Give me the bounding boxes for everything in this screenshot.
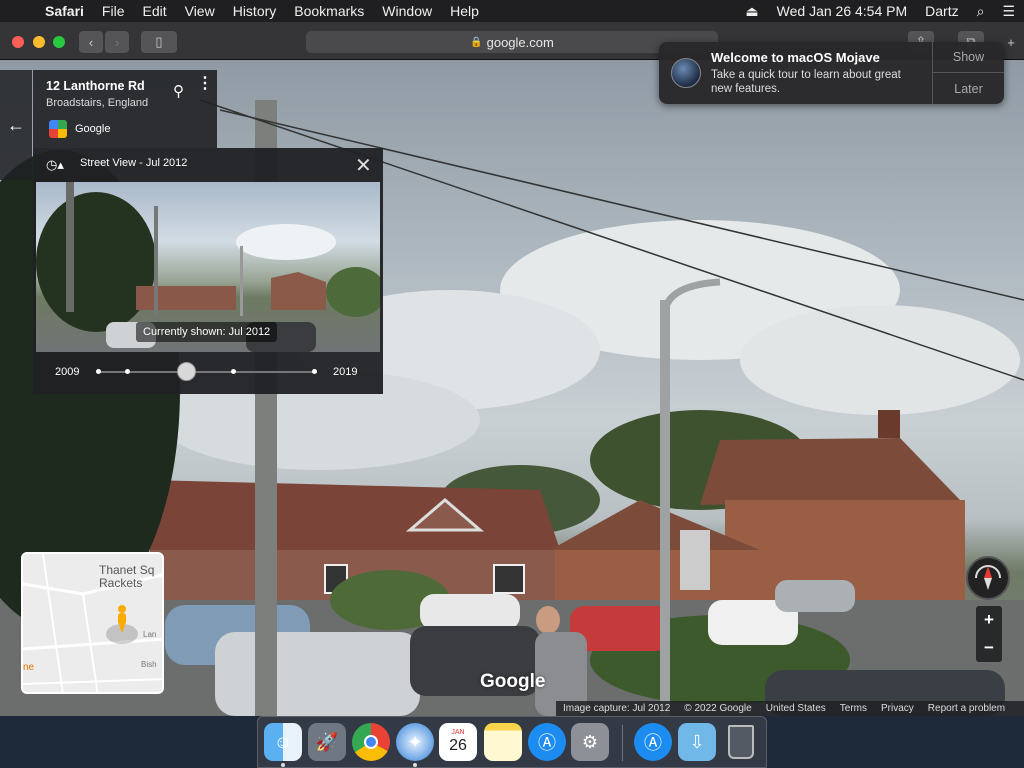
- close-icon[interactable]: ✕: [355, 153, 372, 178]
- zoom-controls: + −: [976, 606, 1002, 662]
- calendar-icon[interactable]: JAN 26: [439, 723, 477, 761]
- eject-icon[interactable]: ⏏: [736, 3, 767, 20]
- history-preview-image[interactable]: Currently shown: Jul 2012: [36, 182, 380, 352]
- mini-map-road-label: Bish: [141, 660, 157, 669]
- compass-icon: [975, 565, 1001, 590]
- map-pin-icon[interactable]: ⚲: [173, 82, 184, 100]
- chevron-right-icon: ›: [114, 34, 120, 50]
- app-store-icon[interactable]: Ⓐ: [528, 723, 566, 761]
- compass-button[interactable]: [966, 556, 1010, 600]
- address-bar[interactable]: 🔒 google.com: [306, 31, 718, 53]
- report-problem-link[interactable]: Report a problem: [921, 703, 1012, 714]
- timeline-slider-track[interactable]: [97, 371, 317, 373]
- finder-icon[interactable]: ☺: [264, 723, 302, 761]
- running-indicator: [281, 763, 285, 767]
- chevron-left-icon: ‹: [88, 34, 94, 50]
- address-card: 12 Lanthorne Rd Broadstairs, England ⚲ ⋮…: [33, 70, 217, 148]
- menu-view[interactable]: View: [176, 3, 224, 19]
- notification-later-button[interactable]: Later: [933, 73, 1004, 104]
- launchpad-icon[interactable]: 🚀: [308, 723, 346, 761]
- map-footer: Image capture: Jul 2012 © 2022 Google Un…: [556, 701, 1024, 716]
- back-button[interactable]: ‹: [79, 31, 103, 53]
- menu-help[interactable]: Help: [441, 3, 488, 19]
- privacy-link[interactable]: Privacy: [874, 703, 921, 714]
- menu-window[interactable]: Window: [373, 3, 441, 19]
- dock: ☺ 🚀 ✦ JAN 26 Ⓐ ⚙ Ⓐ ⇩: [257, 716, 767, 768]
- region-link[interactable]: United States: [759, 703, 833, 714]
- menu-edit[interactable]: Edit: [133, 3, 175, 19]
- close-window-button[interactable]: [12, 36, 24, 48]
- terms-link[interactable]: Terms: [833, 703, 874, 714]
- minimize-window-button[interactable]: [33, 36, 45, 48]
- timeline-stop[interactable]: [231, 369, 236, 374]
- sidebar-toggle-button[interactable]: ▯: [141, 31, 177, 53]
- chrome-icon[interactable]: [352, 723, 390, 761]
- pegman-icon[interactable]: [115, 604, 129, 634]
- menu-bar: Safari File Edit View History Bookmarks …: [0, 0, 1024, 22]
- menu-bookmarks[interactable]: Bookmarks: [285, 3, 373, 19]
- timeline-stop[interactable]: [96, 369, 101, 374]
- notification-body: Take a quick tour to learn about great n…: [711, 69, 901, 95]
- forward-button[interactable]: ›: [105, 31, 129, 53]
- google-watermark: Google: [480, 671, 546, 692]
- url-text: google.com: [486, 34, 554, 50]
- copyright-text: © 2022 Google: [684, 703, 752, 714]
- menu-app-name[interactable]: Safari: [36, 3, 93, 19]
- sidebar-icon: ▯: [155, 34, 163, 49]
- address-city: Broadstairs, England: [46, 97, 149, 109]
- app-store-download-icon[interactable]: Ⓐ: [634, 723, 672, 761]
- plus-icon: +: [1007, 34, 1015, 50]
- notification-show-button[interactable]: Show: [933, 42, 1004, 73]
- zoom-window-button[interactable]: [53, 36, 65, 48]
- timeline-stop[interactable]: [125, 369, 130, 374]
- menu-user[interactable]: Dartz: [916, 3, 967, 19]
- notes-icon[interactable]: [484, 723, 522, 761]
- mini-map-partial-label: ne: [23, 662, 35, 673]
- timeline-stop[interactable]: [312, 369, 317, 374]
- history-caption: Currently shown: Jul 2012: [136, 322, 278, 342]
- address-source: Google: [75, 123, 111, 135]
- calendar-month: JAN: [451, 729, 465, 736]
- menu-history[interactable]: History: [224, 3, 286, 19]
- zoom-in-button[interactable]: +: [976, 606, 1002, 634]
- notification-banner[interactable]: Welcome to macOS Mojave Take a quick tou…: [659, 42, 1004, 104]
- running-indicator: [413, 763, 417, 767]
- zoom-out-button[interactable]: −: [976, 634, 1002, 662]
- timeline-start-year: 2009: [55, 366, 80, 378]
- arrow-left-icon: ←: [7, 114, 25, 135]
- dock-divider: [622, 725, 623, 761]
- address-street: 12 Lanthorne Rd: [46, 79, 145, 93]
- more-options-icon[interactable]: ⋮: [197, 76, 213, 92]
- history-icon[interactable]: ◷▴: [46, 157, 64, 173]
- back-to-map-button[interactable]: ←: [0, 70, 32, 180]
- google-maps-logo-icon: [49, 120, 67, 138]
- street-view-history-panel: ◷▴ Street View - Jul 2012 ✕ Currently sh…: [33, 148, 383, 394]
- downloads-folder-icon[interactable]: ⇩: [678, 723, 716, 761]
- trash-icon[interactable]: [722, 723, 760, 761]
- menu-clock[interactable]: Wed Jan 26 4:54 PM: [768, 3, 916, 19]
- mini-map-label: Thanet Sq Rackets: [99, 563, 155, 590]
- lock-icon: 🔒: [470, 36, 483, 48]
- spotlight-icon[interactable]: ⌕: [968, 3, 994, 20]
- mojave-icon: [671, 58, 701, 88]
- image-capture-date: Image capture: Jul 2012: [563, 703, 671, 714]
- safari-icon[interactable]: ✦: [396, 723, 434, 761]
- history-header: Street View - Jul 2012: [80, 157, 188, 169]
- system-preferences-icon[interactable]: ⚙: [571, 723, 609, 761]
- timeline-end-year: 2019: [333, 366, 358, 378]
- mini-map-road-label: Lan: [143, 630, 157, 639]
- mini-map[interactable]: Thanet Sq Rackets Lan Bish ne: [21, 552, 164, 694]
- notification-center-icon[interactable]: ☰: [993, 3, 1024, 20]
- calendar-day: 26: [449, 737, 467, 754]
- notification-title: Welcome to macOS Mojave: [711, 50, 880, 65]
- menu-file[interactable]: File: [93, 3, 134, 19]
- timeline-slider-handle[interactable]: [177, 362, 196, 381]
